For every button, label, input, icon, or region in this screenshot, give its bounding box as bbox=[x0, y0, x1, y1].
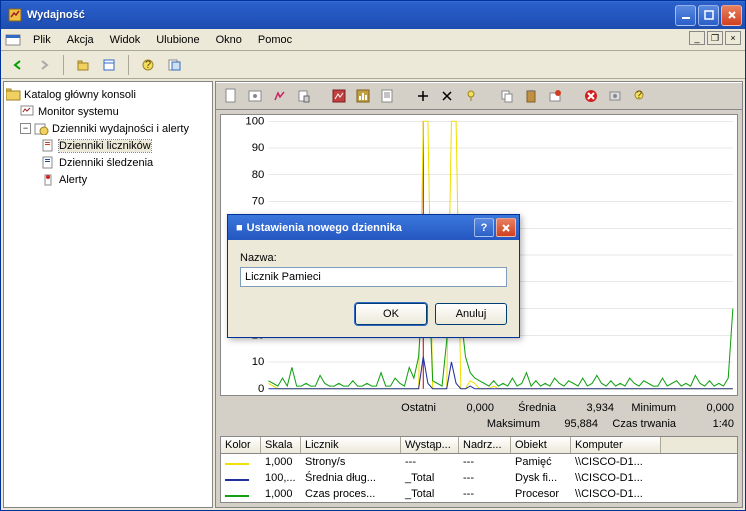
col-parent[interactable]: Nadrz... bbox=[459, 437, 511, 453]
paste-button[interactable] bbox=[522, 87, 540, 105]
titlebar[interactable]: Wydajność bbox=[1, 1, 745, 29]
view-histogram-button[interactable] bbox=[354, 87, 372, 105]
content-toolbar: ? bbox=[216, 82, 742, 110]
view-chart-button[interactable] bbox=[330, 87, 348, 105]
tree-monitor[interactable]: Monitor systemu bbox=[6, 103, 210, 120]
update-button[interactable] bbox=[606, 87, 624, 105]
table-row[interactable]: 1,000Strony/s------Pamięć\\CISCO-D1... bbox=[221, 454, 737, 470]
tracelog-icon bbox=[41, 155, 56, 170]
col-counter[interactable]: Licznik bbox=[301, 437, 401, 453]
alert-icon bbox=[41, 172, 56, 187]
name-input[interactable] bbox=[240, 267, 507, 287]
tree-logs[interactable]: − Dzienniki wydajności i alerty bbox=[6, 120, 210, 137]
new-counter-set-button[interactable] bbox=[222, 87, 240, 105]
mdi-minimize-button[interactable]: _ bbox=[689, 31, 705, 45]
menu-action[interactable]: Akcja bbox=[59, 32, 102, 48]
col-computer[interactable]: Komputer bbox=[571, 437, 661, 453]
dialog-titlebar[interactable]: ■ Ustawienia nowego dziennika ? bbox=[228, 215, 519, 240]
stat-czas-label: Czas trwania bbox=[604, 418, 676, 430]
forward-button[interactable] bbox=[33, 54, 55, 76]
stat-ostatni-label: Ostatni bbox=[380, 402, 436, 414]
counter-table[interactable]: Kolor Skala Licznik Wystąp... Nadrz... O… bbox=[220, 436, 738, 503]
mmc-icon bbox=[5, 32, 21, 48]
up-folder-button[interactable] bbox=[72, 54, 94, 76]
svg-text:70: 70 bbox=[252, 196, 265, 208]
menu-help[interactable]: Pomoc bbox=[250, 32, 300, 48]
col-color[interactable]: Kolor bbox=[221, 437, 261, 453]
help-button[interactable]: ? bbox=[137, 54, 159, 76]
menubar: Plik Akcja Widok Ulubione Okno Pomoc _ ❐… bbox=[1, 29, 745, 51]
tree-panel[interactable]: Katalog główny konsoli Monitor systemu −… bbox=[3, 81, 213, 508]
col-object[interactable]: Obiekt bbox=[511, 437, 571, 453]
dialog-title: Ustawienia nowego dziennika bbox=[247, 222, 472, 234]
highlight-button[interactable] bbox=[462, 87, 480, 105]
view-log-button[interactable] bbox=[294, 87, 312, 105]
app-icon bbox=[7, 7, 23, 23]
col-scale[interactable]: Skala bbox=[261, 437, 301, 453]
table-row[interactable]: 1,000Czas proces..._Total---Procesor\\CI… bbox=[221, 486, 737, 502]
mdi-restore-button[interactable]: ❐ bbox=[707, 31, 723, 45]
mdi-close-button[interactable]: × bbox=[725, 31, 741, 45]
help-button[interactable]: ? bbox=[630, 87, 648, 105]
stat-max-value: 95,884 bbox=[546, 418, 598, 430]
stat-srednia-value: 3,934 bbox=[562, 402, 614, 414]
main-toolbar: ? bbox=[1, 51, 745, 79]
table-header[interactable]: Kolor Skala Licznik Wystąp... Nadrz... O… bbox=[221, 437, 737, 454]
minimize-button[interactable] bbox=[675, 5, 696, 26]
menu-file[interactable]: Plik bbox=[25, 32, 59, 48]
collapse-icon[interactable]: − bbox=[20, 123, 31, 134]
add-button[interactable] bbox=[414, 87, 432, 105]
tree-counterlogs[interactable]: Dzienniki liczników bbox=[6, 137, 210, 154]
back-button[interactable] bbox=[7, 54, 29, 76]
dialog-close-button[interactable] bbox=[496, 218, 516, 237]
monitor-icon bbox=[20, 104, 35, 119]
svg-text:90: 90 bbox=[252, 142, 265, 154]
freeze-button[interactable] bbox=[582, 87, 600, 105]
name-label: Nazwa: bbox=[240, 252, 507, 264]
menu-favorites[interactable]: Ulubione bbox=[148, 32, 207, 48]
stat-srednia-label: Średnia bbox=[500, 402, 556, 414]
tree-alerts[interactable]: Alerty bbox=[6, 171, 210, 188]
window-title: Wydajność bbox=[27, 9, 675, 21]
clear-display-button[interactable] bbox=[246, 87, 264, 105]
tree-tracelogs[interactable]: Dzienniki śledzenia bbox=[6, 154, 210, 171]
cancel-button[interactable]: Anuluj bbox=[435, 303, 507, 325]
folder-icon bbox=[6, 87, 21, 102]
dialog-help-button[interactable]: ? bbox=[474, 218, 494, 237]
ok-button[interactable]: OK bbox=[355, 303, 427, 325]
svg-text:0: 0 bbox=[258, 383, 264, 395]
menu-view[interactable]: Widok bbox=[102, 32, 149, 48]
view-report-button[interactable] bbox=[378, 87, 396, 105]
svg-text:10: 10 bbox=[252, 356, 265, 368]
col-inst[interactable]: Wystąp... bbox=[401, 437, 459, 453]
close-button[interactable] bbox=[721, 5, 742, 26]
stat-min-label: Minimum bbox=[620, 402, 676, 414]
stat-min-value: 0,000 bbox=[682, 402, 734, 414]
dialog-bullet-icon: ■ bbox=[236, 222, 243, 234]
svg-text:?: ? bbox=[145, 59, 151, 71]
stats-row-2: Maksimum 95,884 Czas trwania 1:40 bbox=[216, 416, 742, 432]
tree-root[interactable]: Katalog główny konsoli bbox=[6, 86, 210, 103]
properties-button[interactable] bbox=[98, 54, 120, 76]
stat-ostatni-value: 0,000 bbox=[442, 402, 494, 414]
view-current-button[interactable] bbox=[270, 87, 288, 105]
svg-text:100: 100 bbox=[245, 115, 264, 127]
properties-button[interactable] bbox=[546, 87, 564, 105]
svg-text:?: ? bbox=[636, 89, 642, 101]
stats-row-1: Ostatni 0,000 Średnia 3,934 Minimum 0,000 bbox=[216, 400, 742, 416]
delete-button[interactable] bbox=[438, 87, 456, 105]
maximize-button[interactable] bbox=[698, 5, 719, 26]
export-button[interactable] bbox=[163, 54, 185, 76]
table-row[interactable]: 100,...Średnia dług..._Total---Dysk fi..… bbox=[221, 470, 737, 486]
stat-max-label: Maksimum bbox=[484, 418, 540, 430]
new-log-dialog: ■ Ustawienia nowego dziennika ? Nazwa: O… bbox=[227, 214, 520, 338]
logs-icon bbox=[34, 121, 49, 136]
stat-czas-value: 1:40 bbox=[682, 418, 734, 430]
copy-button[interactable] bbox=[498, 87, 516, 105]
svg-text:80: 80 bbox=[252, 169, 265, 181]
counterlog-icon bbox=[41, 138, 56, 153]
menu-window[interactable]: Okno bbox=[208, 32, 250, 48]
